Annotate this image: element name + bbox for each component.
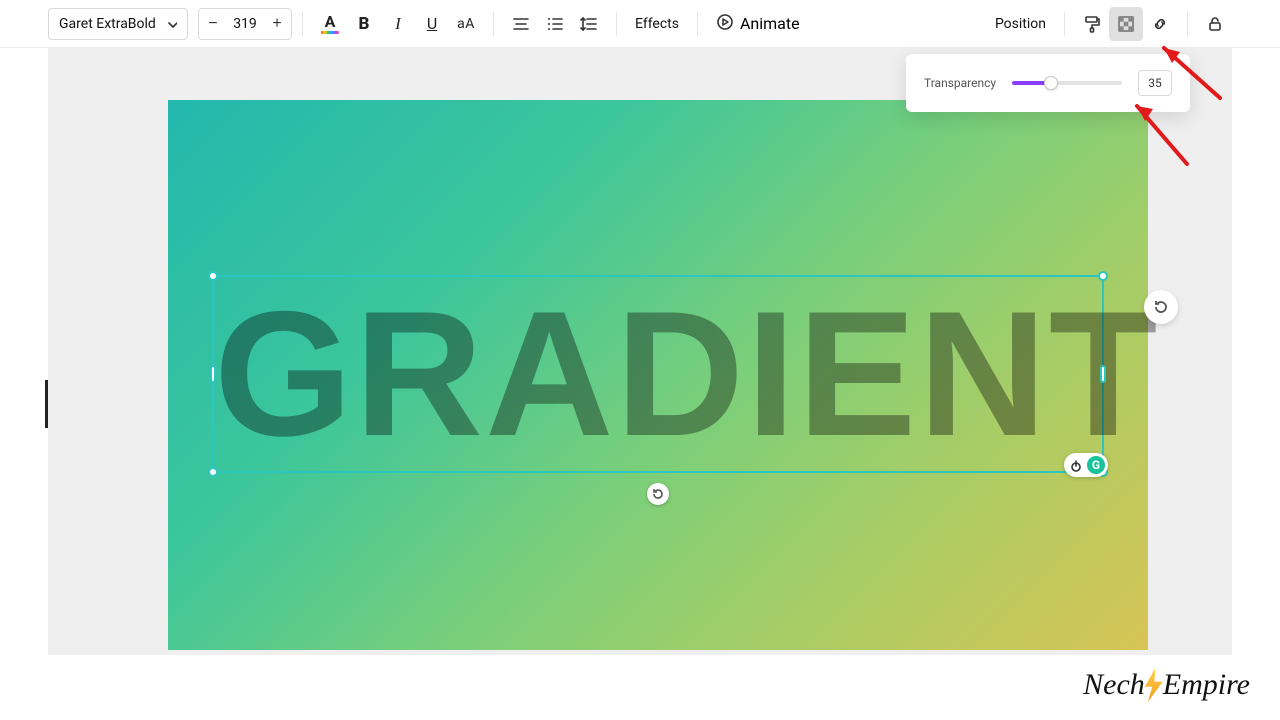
align-button[interactable] <box>504 7 538 41</box>
text-color-icon: A <box>321 14 339 34</box>
link-icon <box>1151 15 1169 33</box>
lock-button[interactable] <box>1198 7 1232 41</box>
chevron-down-icon <box>167 19 177 29</box>
text-color-button[interactable]: A <box>313 7 347 41</box>
resize-handle-tl[interactable] <box>208 271 218 281</box>
font-family-select[interactable]: Garet ExtraBold <box>48 8 188 40</box>
underline-button[interactable]: U <box>415 7 449 41</box>
font-size-stepper: − 319 + <box>198 8 292 40</box>
italic-button[interactable]: I <box>381 7 415 41</box>
font-size-increase-button[interactable]: + <box>263 9 291 39</box>
resize-handle-mr[interactable] <box>1100 365 1106 383</box>
animate-icon <box>716 13 734 35</box>
transparency-input[interactable]: 35 <box>1138 70 1172 96</box>
spacing-button[interactable] <box>572 7 606 41</box>
design-canvas[interactable]: GRADIENT G <box>168 100 1148 650</box>
transparency-button[interactable] <box>1109 7 1143 41</box>
grammarly-icon: G <box>1087 456 1105 474</box>
slider-thumb[interactable] <box>1044 76 1058 90</box>
canvas-text[interactable]: GRADIENT <box>214 285 1102 463</box>
bold-button[interactable]: B <box>347 7 381 41</box>
align-center-icon <box>512 15 530 33</box>
transparency-label: Transparency <box>924 76 996 90</box>
link-button[interactable] <box>1143 7 1177 41</box>
list-icon <box>546 15 564 33</box>
top-toolbar: Garet ExtraBold − 319 + A B I U aA Effec… <box>0 0 1280 48</box>
case-icon: aA <box>457 16 475 32</box>
transparency-slider[interactable] <box>1012 76 1122 90</box>
spacing-icon <box>580 15 598 33</box>
power-icon <box>1069 458 1083 472</box>
animate-button[interactable]: Animate <box>708 7 808 41</box>
text-selection-box[interactable]: GRADIENT G <box>212 275 1104 473</box>
divider <box>302 12 303 36</box>
divider <box>493 12 494 36</box>
divider <box>697 12 698 36</box>
copy-style-button[interactable] <box>1075 7 1109 41</box>
position-button[interactable]: Position <box>987 7 1054 41</box>
font-size-value[interactable]: 319 <box>227 16 263 32</box>
paint-roller-icon <box>1083 15 1101 33</box>
text-case-button[interactable]: aA <box>449 7 483 41</box>
divider <box>616 12 617 36</box>
divider <box>1187 12 1188 36</box>
animate-label: Animate <box>740 14 800 33</box>
workspace: GRADIENT G <box>48 48 1232 655</box>
regenerate-button[interactable] <box>1144 290 1178 324</box>
transparency-popover: Transparency 35 <box>906 54 1190 112</box>
list-button[interactable] <box>538 7 572 41</box>
underline-icon: U <box>427 14 437 33</box>
italic-icon: I <box>395 14 401 34</box>
transparency-icon <box>1117 15 1135 33</box>
watermark-right: Empire <box>1163 668 1250 702</box>
bold-icon: B <box>359 14 370 34</box>
bolt-icon <box>1139 668 1169 702</box>
grammarly-widget[interactable]: G <box>1064 453 1108 477</box>
refresh-icon <box>1152 298 1170 316</box>
resize-handle-ml[interactable] <box>210 365 216 383</box>
font-family-value: Garet ExtraBold <box>59 16 156 32</box>
rotate-handle[interactable] <box>647 483 669 505</box>
resize-handle-bl[interactable] <box>208 467 218 477</box>
font-size-decrease-button[interactable]: − <box>199 9 227 39</box>
effects-button[interactable]: Effects <box>627 7 687 41</box>
divider <box>1064 12 1065 36</box>
watermark-left: Nech <box>1083 668 1145 702</box>
watermark: Nech Empire <box>1083 668 1250 702</box>
rotate-icon <box>651 487 665 501</box>
resize-handle-tr[interactable] <box>1098 271 1108 281</box>
unlock-icon <box>1206 15 1224 33</box>
